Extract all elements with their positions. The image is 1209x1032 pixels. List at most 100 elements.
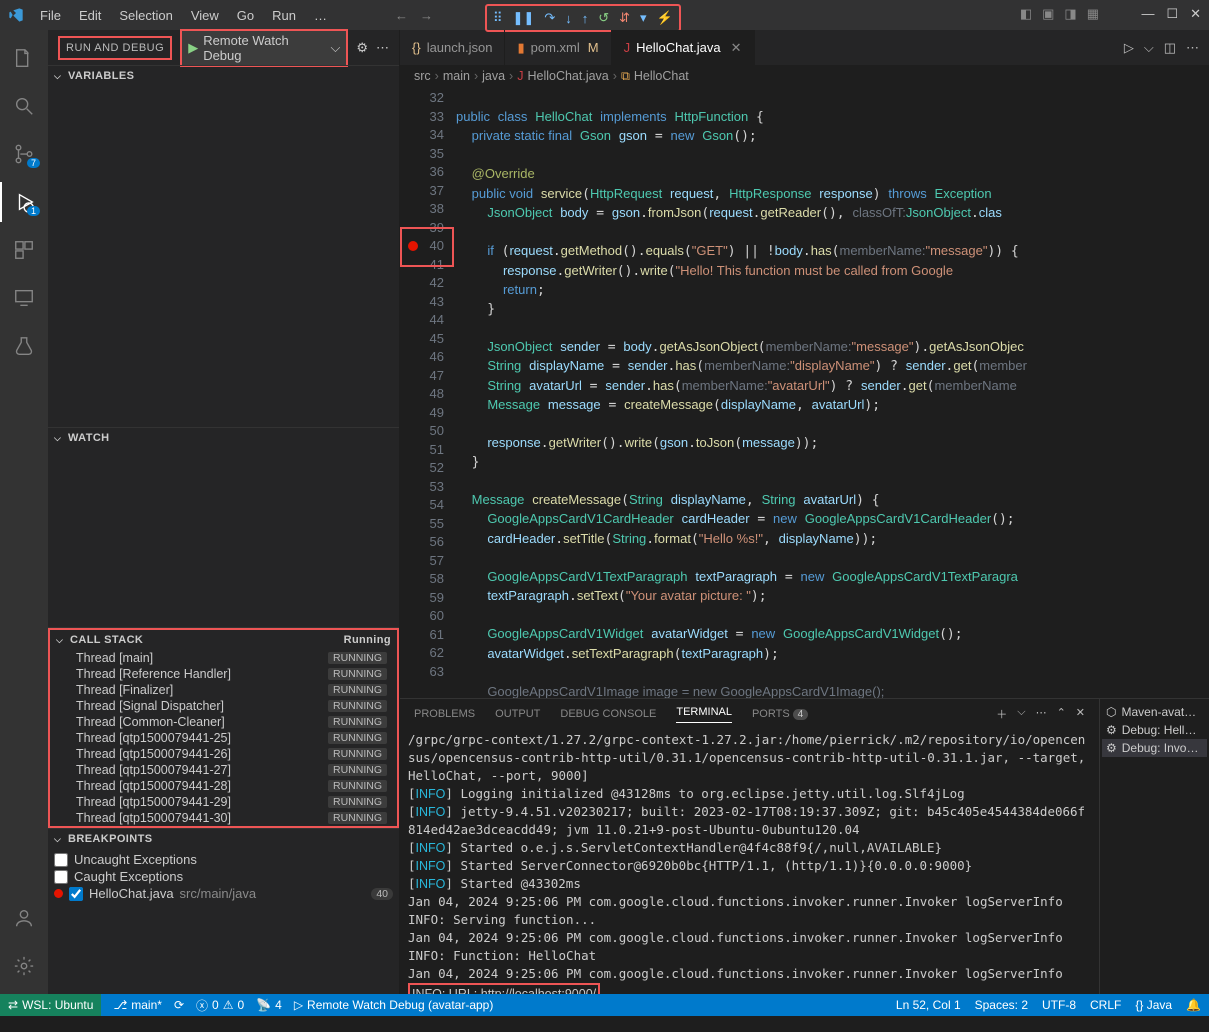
- sync-button[interactable]: ⟳: [174, 998, 184, 1012]
- tab-ports[interactable]: PORTS4: [752, 708, 808, 720]
- bp-caught[interactable]: Caught Exceptions: [54, 868, 393, 885]
- debug-status[interactable]: ▷Remote Watch Debug (avatar-app): [294, 998, 494, 1012]
- step-out-icon[interactable]: ↑: [582, 11, 589, 26]
- layout-grid-icon[interactable]: ▦: [1087, 6, 1099, 22]
- tab-terminal[interactable]: TERMINAL: [676, 706, 732, 723]
- new-terminal-icon[interactable]: ＋: [996, 706, 1007, 722]
- extensions-icon[interactable]: [0, 230, 48, 270]
- git-branch[interactable]: ⎇main*: [113, 998, 162, 1012]
- toggle-panel-bottom-icon[interactable]: ▣: [1042, 6, 1054, 22]
- thread-row[interactable]: Thread [Reference Handler]RUNNING: [50, 666, 397, 682]
- thread-row[interactable]: Thread [Common-Cleaner]RUNNING: [50, 714, 397, 730]
- close-icon[interactable]: ✕: [1190, 6, 1201, 22]
- toggle-panel-right-icon[interactable]: ◨: [1064, 6, 1076, 22]
- search-icon[interactable]: [0, 86, 48, 126]
- menu-more[interactable]: …: [306, 4, 335, 27]
- chevron-down-icon[interactable]: ⌵: [1144, 40, 1154, 56]
- cursor-position[interactable]: Ln 52, Col 1: [896, 998, 961, 1012]
- more-icon[interactable]: ⋯: [376, 40, 389, 56]
- thread-row[interactable]: Thread [qtp1500079441-27]RUNNING: [50, 762, 397, 778]
- step-over-icon[interactable]: ↷: [544, 10, 555, 26]
- terminal-instance[interactable]: ⚙Debug: Hell…: [1102, 721, 1207, 739]
- start-debug-icon[interactable]: ▶: [188, 40, 198, 56]
- maximize-panel-icon[interactable]: ⌃: [1057, 706, 1066, 722]
- watch-header[interactable]: ⌵WATCH: [48, 428, 399, 448]
- code-editor[interactable]: public class HelloChat implements HttpFu…: [456, 87, 1113, 698]
- drag-handle-icon[interactable]: ⠿: [493, 10, 503, 26]
- run-icon[interactable]: ▷: [1124, 40, 1134, 56]
- menu-view[interactable]: View: [183, 4, 227, 27]
- variables-header[interactable]: ⌵VARIABLES: [48, 66, 399, 86]
- tab-debug-console[interactable]: DEBUG CONSOLE: [560, 708, 656, 720]
- tab-launch-json[interactable]: {}launch.json: [400, 30, 505, 65]
- notifications-icon[interactable]: 🔔: [1186, 998, 1201, 1012]
- thread-row[interactable]: Thread [Signal Dispatcher]RUNNING: [50, 698, 397, 714]
- pause-icon[interactable]: ❚❚: [513, 10, 535, 26]
- maximize-icon[interactable]: ☐: [1166, 6, 1178, 22]
- breakpoint-dot-icon: [54, 889, 63, 898]
- thread-row[interactable]: Thread [qtp1500079441-29]RUNNING: [50, 794, 397, 810]
- callstack-header[interactable]: ⌵CALL STACKRunning: [50, 630, 397, 650]
- terminal-instance[interactable]: ⚙Debug: Invo…: [1102, 739, 1207, 757]
- accounts-icon[interactable]: [0, 898, 48, 938]
- restart-icon[interactable]: ↺: [598, 10, 609, 26]
- line-gutter[interactable]: 3233343536373839404142434445464748495051…: [400, 87, 456, 698]
- more-actions-icon[interactable]: ⋯: [1186, 40, 1199, 56]
- testing-icon[interactable]: [0, 326, 48, 366]
- problems-status[interactable]: ⓧ0 ⚠0: [196, 997, 244, 1014]
- chevron-down-icon: ⌵: [330, 40, 340, 56]
- menu-selection[interactable]: Selection: [111, 4, 180, 27]
- json-icon: {}: [412, 40, 421, 55]
- source-control-icon[interactable]: 7: [0, 134, 48, 174]
- settings-gear-icon[interactable]: [0, 946, 48, 986]
- menu-file[interactable]: File: [32, 4, 69, 27]
- thread-row[interactable]: Thread [qtp1500079441-26]RUNNING: [50, 746, 397, 762]
- disconnect-icon[interactable]: ⇵: [619, 10, 630, 26]
- split-editor-icon[interactable]: ◫: [1164, 40, 1176, 56]
- thread-row[interactable]: Thread [qtp1500079441-28]RUNNING: [50, 778, 397, 794]
- configure-gear-icon[interactable]: ⚙: [356, 40, 368, 56]
- ports-status[interactable]: 📡4: [256, 998, 282, 1012]
- remote-indicator[interactable]: ⇄WSL: Ubuntu: [0, 994, 101, 1016]
- hot-reload-icon[interactable]: ⚡: [657, 10, 673, 26]
- terminal-instance[interactable]: ⬡Maven-avat…: [1102, 703, 1207, 721]
- chevron-down-icon[interactable]: ▾: [640, 10, 647, 26]
- run-debug-icon[interactable]: 1: [0, 182, 48, 222]
- menu-run[interactable]: Run: [264, 4, 304, 27]
- menu-edit[interactable]: Edit: [71, 4, 109, 27]
- thread-row[interactable]: Thread [qtp1500079441-30]RUNNING: [50, 810, 397, 826]
- language-status[interactable]: {} Java: [1135, 998, 1172, 1012]
- indent-status[interactable]: Spaces: 2: [975, 998, 1028, 1012]
- close-panel-icon[interactable]: ✕: [1076, 706, 1085, 722]
- minimize-icon[interactable]: —: [1141, 6, 1154, 22]
- tab-pom-xml[interactable]: ▮pom.xmlM: [505, 30, 611, 65]
- watch-section: ⌵WATCH: [48, 427, 399, 627]
- tab-hellochat[interactable]: JHelloChat.java✕: [612, 30, 755, 65]
- menu-go[interactable]: Go: [229, 4, 262, 27]
- tab-output[interactable]: OUTPUT: [495, 708, 540, 720]
- nav-back-icon[interactable]: ←: [395, 8, 408, 23]
- thread-row[interactable]: Thread [main]RUNNING: [50, 650, 397, 666]
- breadcrumb[interactable]: src› main› java› J HelloChat.java› ⧉ Hel…: [400, 65, 1209, 87]
- breakpoints-header[interactable]: ⌵BREAKPOINTS: [48, 829, 399, 849]
- tab-problems[interactable]: PROBLEMS: [414, 708, 475, 720]
- bp-uncaught[interactable]: Uncaught Exceptions: [54, 851, 393, 868]
- status-bar: ⇄WSL: Ubuntu ⎇main* ⟳ ⓧ0 ⚠0 📡4 ▷Remote W…: [0, 994, 1209, 1016]
- nav-fwd-icon[interactable]: →: [420, 8, 433, 23]
- bp-file-row[interactable]: HelloChat.java src/main/java 40: [54, 885, 393, 902]
- thread-row[interactable]: Thread [qtp1500079441-25]RUNNING: [50, 730, 397, 746]
- eol-status[interactable]: CRLF: [1090, 998, 1121, 1012]
- remote-explorer-icon[interactable]: [0, 278, 48, 318]
- terminal-output[interactable]: /grpc/grpc-context/1.27.2/grpc-context-1…: [400, 729, 1099, 994]
- encoding-status[interactable]: UTF-8: [1042, 998, 1076, 1012]
- close-tab-icon[interactable]: ✕: [731, 40, 742, 56]
- more-icon[interactable]: ⋯: [1036, 706, 1047, 722]
- launch-config-dropdown[interactable]: ▶ Remote Watch Debug ⌵: [180, 29, 348, 67]
- minimap[interactable]: [1113, 87, 1209, 698]
- toggle-panel-left-icon[interactable]: ◧: [1020, 6, 1032, 22]
- explorer-icon[interactable]: [0, 38, 48, 78]
- debug-badge: 1: [27, 206, 40, 216]
- chevron-down-icon[interactable]: ⌵: [1017, 706, 1025, 722]
- thread-row[interactable]: Thread [Finalizer]RUNNING: [50, 682, 397, 698]
- step-into-icon[interactable]: ↓: [565, 11, 572, 26]
